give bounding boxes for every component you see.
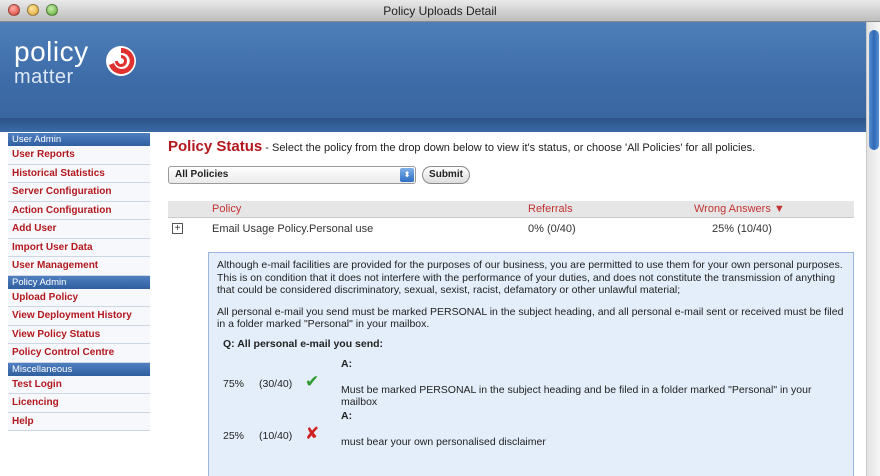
answer-text: must bear your own personalised disclaim… xyxy=(341,435,546,448)
sidebar-item-test-login[interactable]: Test Login xyxy=(8,375,150,394)
header-banner: policy matter xyxy=(0,22,866,132)
page-heading: Policy Status - Select the policy from t… xyxy=(168,138,755,155)
table-header: Policy Referrals Wrong Answers ▼ xyxy=(168,201,854,218)
sidebar-item-user-management[interactable]: User Management xyxy=(8,257,150,276)
answer-percent: 25% xyxy=(223,429,245,442)
sidebar-item-historical-statistics[interactable]: Historical Statistics xyxy=(8,164,150,183)
policy-paragraph-2: All personal e-mail you send must be mar… xyxy=(217,305,844,331)
answer-count: (10/40) xyxy=(259,429,293,442)
cross-icon: ✘ xyxy=(305,423,320,443)
sidebar-nav: User Admin User Reports Historical Stati… xyxy=(8,133,150,431)
answer-percent: 75% xyxy=(223,377,245,390)
row-policy-name[interactable]: Email Usage Policy.Personal use xyxy=(212,223,373,235)
sidebar-header-policy-admin: Policy Admin xyxy=(8,275,150,289)
policy-detail-panel: Although e-mail facilities are provided … xyxy=(208,252,854,476)
column-header-wrong-answers[interactable]: Wrong Answers ▼ xyxy=(694,203,785,215)
answer-label: A: xyxy=(341,409,353,422)
page-title: Policy Status xyxy=(168,138,263,155)
question-text: Q: All personal e-mail you send: xyxy=(223,337,384,350)
page-description: - Select the policy from the drop down b… xyxy=(262,142,756,154)
policy-select-value: All Policies xyxy=(175,169,229,180)
column-header-referrals[interactable]: Referrals xyxy=(528,203,573,215)
vertical-scrollbar[interactable] xyxy=(866,22,880,476)
sidebar-item-policy-control-centre[interactable]: Policy Control Centre xyxy=(8,344,150,363)
sidebar-item-help[interactable]: Help xyxy=(8,412,150,431)
row-referrals: 0% (0/40) xyxy=(528,223,576,235)
sidebar-item-view-deployment-history[interactable]: View Deployment History xyxy=(8,307,150,326)
logo-text-policy: policy xyxy=(14,36,89,67)
policy-matter-logo[interactable]: policy matter xyxy=(14,36,164,96)
scrollbar-thumb[interactable] xyxy=(869,30,879,150)
banner-stripe xyxy=(0,118,866,132)
submit-button[interactable]: Submit xyxy=(422,166,470,184)
sidebar-header-miscellaneous: Miscellaneous xyxy=(8,362,150,376)
sidebar-item-licencing[interactable]: Licencing xyxy=(8,394,150,413)
policy-select[interactable]: All Policies ⬍ xyxy=(168,166,416,184)
logo-swirl-icon xyxy=(106,46,136,76)
answer-item: A: 75% (30/40) ✔ Must be marked PERSONAL… xyxy=(217,354,845,408)
sidebar-header-user-admin: User Admin xyxy=(8,133,150,146)
sidebar-item-server-configuration[interactable]: Server Configuration xyxy=(8,183,150,202)
sidebar-item-action-configuration[interactable]: Action Configuration xyxy=(8,201,150,220)
expand-toggle-icon[interactable]: + xyxy=(172,223,183,234)
select-arrows-icon: ⬍ xyxy=(400,168,414,182)
window-titlebar: Policy Uploads Detail xyxy=(0,0,880,22)
sidebar-item-view-policy-status[interactable]: View Policy Status xyxy=(8,325,150,344)
table-row: + Email Usage Policy.Personal use 0% (0/… xyxy=(168,220,854,240)
answer-item: A: 25% (10/40) ✘ must bear your own pers… xyxy=(217,406,845,458)
answer-label: A: xyxy=(341,357,353,370)
sidebar-item-import-user-data[interactable]: Import User Data xyxy=(8,238,150,257)
answer-count: (30/40) xyxy=(259,377,293,390)
sidebar-item-add-user[interactable]: Add User xyxy=(8,220,150,239)
sidebar-item-user-reports[interactable]: User Reports xyxy=(8,146,150,165)
sidebar-item-upload-policy[interactable]: Upload Policy xyxy=(8,288,150,307)
answer-text: Must be marked PERSONAL in the subject h… xyxy=(341,383,812,408)
check-icon: ✔ xyxy=(305,371,320,391)
column-header-policy[interactable]: Policy xyxy=(212,203,241,215)
window-title: Policy Uploads Detail xyxy=(383,4,497,18)
policy-paragraph-1: Although e-mail facilities are provided … xyxy=(217,259,843,296)
logo-text-matter: matter xyxy=(14,66,74,88)
row-wrong-answers: 25% (10/40) xyxy=(712,223,772,235)
